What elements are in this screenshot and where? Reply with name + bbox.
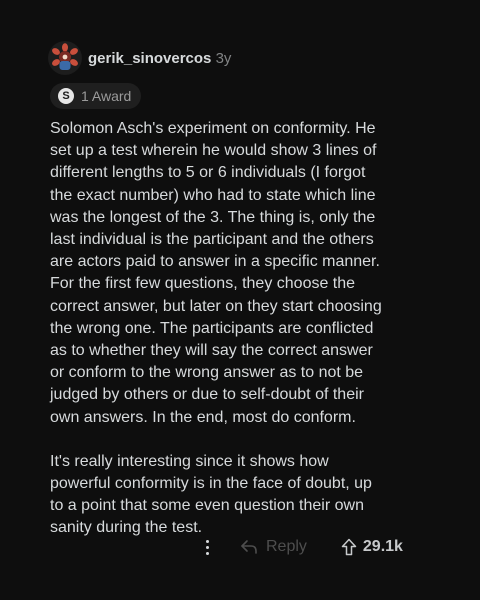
user-avatar[interactable]	[48, 41, 82, 75]
silver-award-icon: S	[58, 88, 74, 104]
comment-paragraph-1: Solomon Asch's experiment on conformity.…	[50, 120, 382, 426]
comment-header: gerik_sinovercos 3y S 1 Award	[48, 38, 448, 109]
comment-meta: gerik_sinovercos 3y	[48, 38, 448, 78]
upvote-count: 29.1k	[362, 538, 403, 555]
reply-arrow-icon	[241, 540, 257, 554]
comment-age-value: 3y	[215, 49, 232, 67]
comment-paragraph-2: It's really interesting since it shows h…	[50, 452, 372, 537]
more-vertical-icon[interactable]	[200, 537, 214, 557]
upvote-arrow-icon	[341, 538, 357, 556]
reply-button[interactable]: Reply	[240, 538, 307, 556]
upvote-button[interactable]: 29.1k	[341, 538, 403, 556]
comment-actions: Reply 29.1k	[200, 536, 403, 558]
username[interactable]: gerik_sinovercos	[88, 50, 211, 67]
reply-label: Reply	[266, 538, 307, 555]
award-count: 1 Award	[81, 88, 132, 104]
comment-body: Solomon Asch's experiment on conformity.…	[50, 118, 442, 540]
comment-age: 3y	[211, 49, 232, 67]
award-badge[interactable]: S 1 Award	[50, 83, 142, 109]
demogorgon-avatar-icon	[48, 41, 82, 75]
